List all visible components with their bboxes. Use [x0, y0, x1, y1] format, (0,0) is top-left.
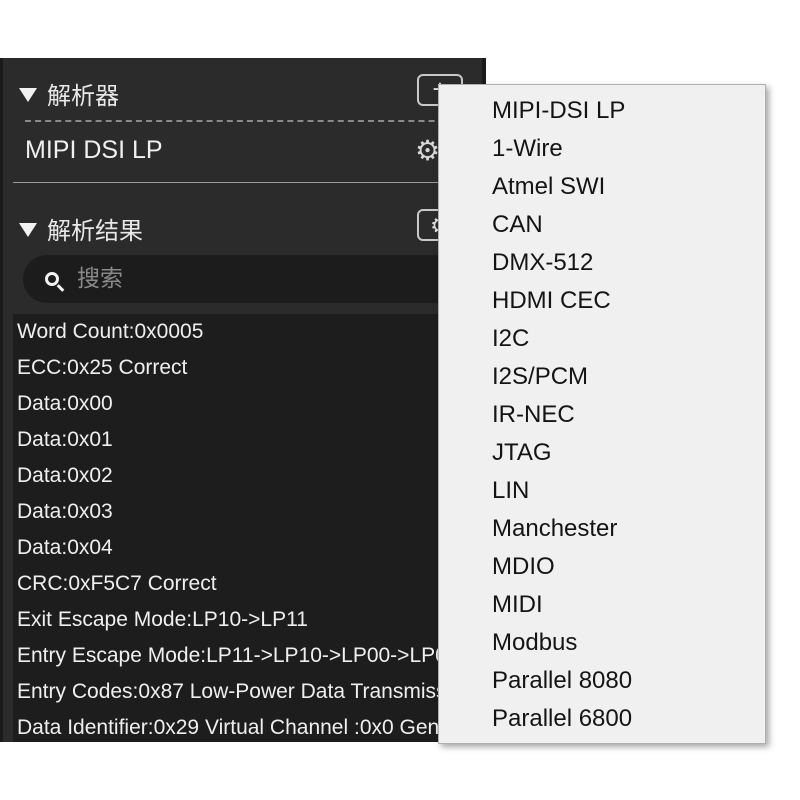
menu-item-ir-nec[interactable]: IR-NEC: [492, 396, 575, 434]
menu-item-midi[interactable]: MIDI: [492, 586, 543, 624]
divider: [13, 182, 482, 183]
search-icon: [45, 272, 59, 286]
result-row[interactable]: Entry Codes:0x87 Low-Power Data Transmis…: [13, 674, 482, 710]
search-input[interactable]: [75, 265, 419, 293]
decoder-item-mipi-dsi-lp[interactable]: MIPI DSI LP: [25, 136, 163, 165]
result-row[interactable]: Data:0x03: [13, 494, 482, 530]
result-row[interactable]: Exit Escape Mode:LP10->LP11: [13, 602, 482, 638]
decoder-item-label: MIPI DSI LP: [25, 136, 163, 164]
protocol-dropdown-menu: MIPI-DSI LP 1-Wire Atmel SWI CAN DMX-512…: [438, 84, 766, 744]
menu-item-hdmi-cec[interactable]: HDMI CEC: [492, 282, 611, 320]
app-canvas: 解析器 + MIPI DSI LP ⚙ 解析结果 ⚙ Word Count:0x…: [0, 0, 800, 800]
decoder-panel: 解析器 + MIPI DSI LP ⚙ 解析结果 ⚙ Word Count:0x…: [0, 58, 486, 742]
collapse-triangle-icon: [19, 87, 37, 102]
menu-item-lin[interactable]: LIN: [492, 472, 529, 510]
decoder-section-header[interactable]: 解析器: [19, 76, 119, 111]
menu-item-parallel-6800[interactable]: Parallel 6800: [492, 700, 632, 738]
divider: [25, 120, 482, 122]
results-section-title: 解析结果: [47, 218, 143, 245]
menu-item-manchester[interactable]: Manchester: [492, 510, 617, 548]
menu-item-i2s-pcm[interactable]: I2S/PCM: [492, 358, 588, 396]
collapse-triangle-icon: [19, 222, 37, 237]
result-row[interactable]: CRC:0xF5C7 Correct: [13, 566, 482, 602]
result-row[interactable]: Data:0x01: [13, 422, 482, 458]
result-row[interactable]: Word Count:0x0005: [13, 314, 482, 350]
menu-item-parallel-8080[interactable]: Parallel 8080: [492, 662, 632, 700]
result-row[interactable]: Data:0x00: [13, 386, 482, 422]
result-row[interactable]: Data:0x02: [13, 458, 482, 494]
result-row[interactable]: ECC:0x25 Correct: [13, 350, 482, 386]
menu-item-i2c[interactable]: I2C: [492, 320, 529, 358]
result-row[interactable]: Data Identifier:0x29 Virtual Channel :0x…: [13, 710, 482, 742]
menu-item-can[interactable]: CAN: [492, 206, 543, 244]
menu-item-1-wire[interactable]: 1-Wire: [492, 130, 563, 168]
menu-item-mdio[interactable]: MDIO: [492, 548, 555, 586]
results-list[interactable]: Word Count:0x0005 ECC:0x25 Correct Data:…: [13, 314, 482, 742]
result-row[interactable]: Entry Escape Mode:LP11->LP10->LP00->LP01…: [13, 638, 482, 674]
menu-item-dmx-512[interactable]: DMX-512: [492, 244, 593, 282]
menu-item-jtag[interactable]: JTAG: [492, 434, 552, 472]
results-section-header[interactable]: 解析结果: [19, 211, 143, 246]
decoder-gear-icon[interactable]: ⚙: [415, 134, 440, 167]
search-box: [23, 255, 482, 303]
menu-item-atmel-swi[interactable]: Atmel SWI: [492, 168, 605, 206]
result-row[interactable]: Data:0x04: [13, 530, 482, 566]
decoder-section-title: 解析器: [47, 83, 119, 110]
menu-item-mipi-dsi-lp[interactable]: MIPI-DSI LP: [492, 92, 625, 130]
menu-item-modbus[interactable]: Modbus: [492, 624, 577, 662]
